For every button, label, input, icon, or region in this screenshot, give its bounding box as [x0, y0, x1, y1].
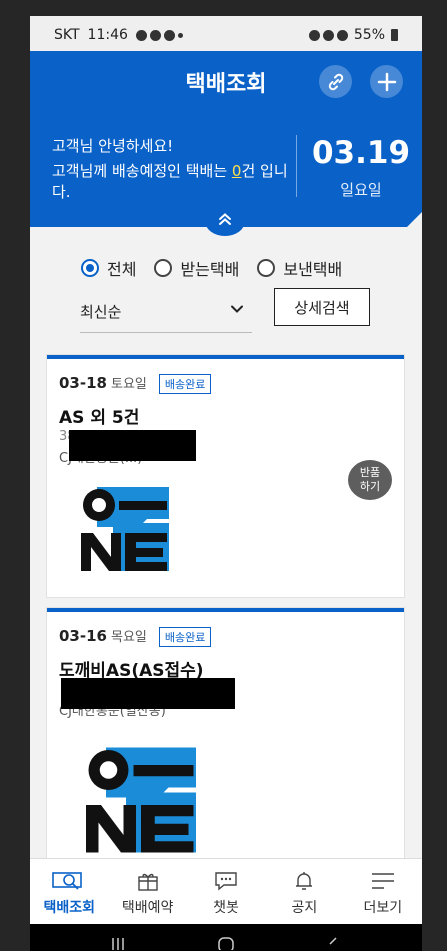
today-date: 03.19 [311, 135, 411, 171]
banner-divider [296, 135, 297, 197]
return-button[interactable]: 반품 하기 [348, 460, 392, 500]
nav-more[interactable]: 더보기 [344, 859, 422, 925]
radio-label: 받는택배 [180, 260, 240, 279]
item-name: AS 외 5건 [59, 408, 140, 428]
greeting-text: 고객님 안녕하세요! [52, 137, 174, 155]
recent-apps-icon[interactable] [110, 936, 126, 950]
link-icon [328, 73, 343, 90]
carrier-label: SKT [54, 27, 80, 43]
battery-icon [391, 29, 398, 41]
home-icon[interactable] [216, 936, 236, 950]
notification-icons [135, 29, 183, 41]
radio-label: 전체 [107, 260, 137, 279]
detail-search-button[interactable]: 상세검색 [274, 288, 370, 326]
nav-tracking[interactable]: 택배조회 [30, 859, 108, 925]
radio-sent[interactable]: 보낸택배 [257, 256, 342, 280]
delivery-date: 03-16 [59, 627, 107, 645]
link-button[interactable] [319, 65, 352, 98]
radio-received[interactable]: 받는택배 [154, 256, 239, 280]
delivery-date: 03-18 [59, 374, 107, 392]
nav-reservation[interactable]: 택배예약 [108, 859, 186, 925]
bell-icon [296, 872, 313, 890]
expected-delivery-message: 고객님께 배송예정인 택배는 0건 입니다. [52, 161, 292, 203]
menu-icon [371, 873, 394, 889]
signal-icon [336, 29, 348, 41]
sort-select[interactable]: 최신순 [80, 298, 252, 333]
page-title: 택배조회 [185, 72, 267, 97]
card-header: 03-16 목요일 배송완료 [59, 626, 212, 647]
banner-corner [407, 212, 422, 227]
battery-level: 55% [353, 27, 385, 43]
nav-notice[interactable]: 공지 [265, 859, 343, 925]
redacted-info [69, 430, 196, 461]
radio-circle [154, 259, 173, 277]
collapse-banner-button[interactable] [205, 206, 245, 236]
nav-label: 택배조회 [43, 900, 95, 916]
plus-icon [377, 72, 396, 91]
radio-circle-selected [81, 259, 99, 277]
system-icons [308, 29, 348, 41]
bottom-navigation: 택배조회 택배예약 챗봇 공지 더보기 [30, 858, 422, 925]
courier-logo [86, 747, 196, 853]
delivery-weekday: 목요일 [110, 630, 147, 645]
delivery-card[interactable]: 03-18 토요일 배송완료 AS 외 5건 38 CJ대한통운(...) 반품… [47, 355, 404, 597]
gift-box-icon [137, 873, 158, 891]
system-navigation-bar [30, 924, 422, 951]
sort-value: 최신순 [80, 303, 122, 321]
delivery-weekday: 토요일 [110, 377, 147, 392]
chat-icon [215, 872, 237, 891]
status-badge: 배송완료 [158, 627, 212, 647]
today-weekday: 일요일 [340, 181, 382, 199]
message-icon [135, 29, 147, 41]
radio-circle [257, 259, 276, 277]
delivery-type-filter: 전체 받는택배 보낸택배 [81, 256, 342, 280]
chevron-up-double-icon [219, 213, 231, 225]
nav-label: 택배예약 [121, 900, 174, 916]
nav-chatbot[interactable]: 챗봇 [187, 859, 265, 925]
add-button[interactable] [370, 65, 403, 98]
courier-logo [81, 487, 169, 571]
chat-notification-icon [149, 29, 161, 41]
radio-all[interactable]: 전체 [81, 256, 136, 280]
youtube-icon [163, 29, 175, 41]
alarm-icon [308, 29, 320, 41]
more-notifications-icon [177, 32, 183, 38]
status-badge: 배송완료 [158, 374, 212, 394]
wifi-icon [322, 29, 334, 41]
nav-label: 더보기 [363, 900, 403, 916]
nav-label: 공지 [291, 900, 318, 916]
nav-label: 챗봇 [213, 900, 239, 916]
redacted-info [61, 678, 235, 709]
clock: 11:46 [87, 27, 128, 43]
app-header: 택배조회 [30, 51, 422, 109]
delivery-card[interactable]: 03-16 목요일 배송완료 도깨비AS(AS접수) CJ대한통운(일산동) [47, 608, 404, 868]
radio-label: 보낸택배 [283, 260, 343, 279]
message-prefix: 고객님께 배송예정인 택배는 [52, 162, 232, 180]
search-box-icon [52, 872, 83, 890]
back-icon[interactable] [326, 936, 340, 950]
chevron-down-icon [231, 305, 243, 313]
app-screen: SKT 11:46 55% 택배조회 고객님 안녕하세요! 고객님께 배송예정인… [30, 16, 422, 951]
status-bar: SKT 11:46 55% [30, 16, 422, 51]
card-header: 03-18 토요일 배송완료 [59, 373, 212, 394]
